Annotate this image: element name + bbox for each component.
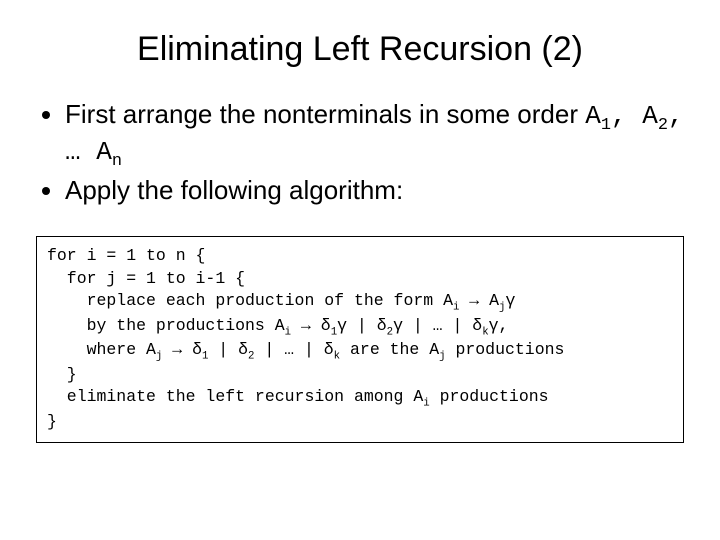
- bullet-1-text: First arrange the nonterminals in some o…: [65, 99, 585, 129]
- code-line-5e: are the A: [340, 340, 439, 359]
- sym-a1: A: [585, 101, 601, 131]
- code-line-5a: where A: [47, 340, 156, 359]
- code-line-2: for j = 1 to i-1 {: [47, 269, 245, 288]
- code-line-4d: γ | … | δ: [393, 316, 482, 335]
- code-line-5c: | δ: [208, 340, 248, 359]
- code-line-4c: γ | δ: [337, 316, 387, 335]
- sub-1: 1: [601, 116, 611, 135]
- sub-2: 2: [658, 116, 668, 135]
- code-line-8: }: [47, 412, 57, 431]
- code-line-3b: → A: [459, 291, 499, 310]
- bullet-1: First arrange the nonterminals in some o…: [65, 99, 690, 171]
- sub-n: n: [112, 152, 122, 171]
- code-line-5f: productions: [446, 340, 565, 359]
- code-line-6: }: [47, 365, 77, 384]
- slide: Eliminating Left Recursion (2) First arr…: [0, 0, 720, 540]
- code-line-3c: γ: [505, 291, 515, 310]
- slide-title: Eliminating Left Recursion (2): [30, 30, 690, 69]
- sym-a2: A: [642, 101, 658, 131]
- code-line-4b: → δ: [291, 316, 331, 335]
- comma-1: ,: [611, 101, 642, 131]
- code-line-7a: eliminate the left recursion among A: [47, 387, 423, 406]
- bullet-2: Apply the following algorithm:: [65, 175, 690, 206]
- algorithm-codebox: for i = 1 to n { for j = 1 to i-1 { repl…: [36, 236, 684, 442]
- code-line-4a: by the productions A: [47, 316, 285, 335]
- code-line-1: for i = 1 to n {: [47, 246, 205, 265]
- code-line-5b: → δ: [162, 340, 202, 359]
- code-line-4e: γ,: [489, 316, 509, 335]
- code-line-3a: replace each production of the form A: [47, 291, 453, 310]
- bullet-list: First arrange the nonterminals in some o…: [30, 99, 690, 206]
- code-line-5d: | … | δ: [254, 340, 333, 359]
- sym-an: A: [96, 137, 112, 167]
- code-line-7b: productions: [430, 387, 549, 406]
